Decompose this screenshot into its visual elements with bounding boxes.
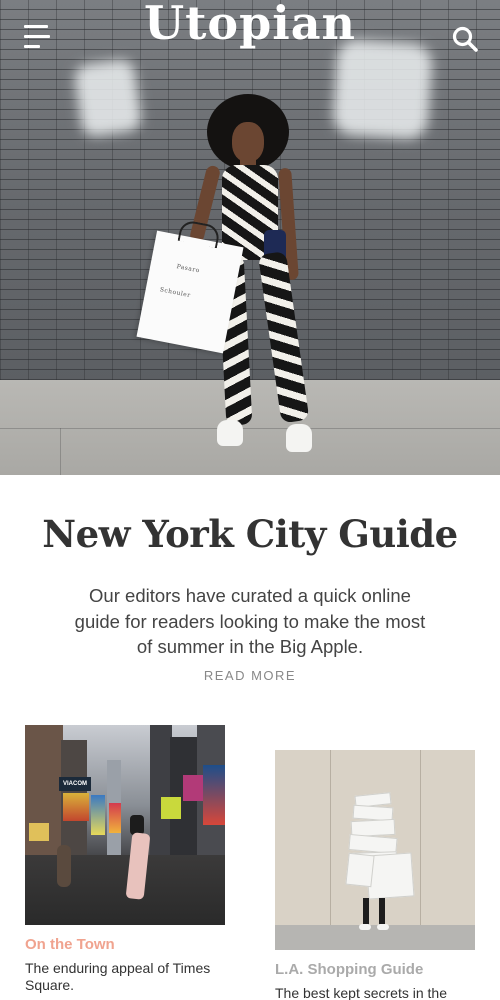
card-description: The best kept secrets in the (275, 985, 447, 1000)
billboard (183, 775, 203, 801)
billboard (63, 793, 89, 821)
billboard (109, 803, 121, 833)
article-card-la-shopping[interactable]: L.A. Shopping Guide The best kept secret… (275, 750, 475, 1000)
model-figure: Pasaro Schouler (0, 0, 500, 475)
person-leg (363, 898, 369, 926)
street (25, 855, 225, 925)
person-shoe (377, 924, 389, 930)
hero-image[interactable]: Pasaro Schouler (0, 0, 500, 475)
billboard (91, 795, 105, 835)
floor (275, 925, 475, 950)
billboard (29, 823, 49, 841)
billboard (161, 797, 181, 819)
site-logo[interactable]: Utopian (0, 0, 500, 50)
bag-handle (177, 219, 222, 249)
feature-description: Our editors have curated a quick online … (74, 585, 426, 657)
card-image-shopping[interactable] (275, 750, 475, 950)
feature-title[interactable]: New York City Guide (0, 512, 500, 556)
search-icon[interactable] (451, 25, 479, 53)
sneaker-right (286, 424, 312, 452)
pedestrian (57, 845, 71, 887)
bag-brand-text: Schouler (159, 286, 192, 300)
person-shoe (359, 924, 371, 930)
model-leg-right (258, 251, 310, 424)
sneaker-left (217, 420, 243, 446)
article-card-on-the-town[interactable]: VIACOM On the Town The enduring appeal o… (25, 725, 225, 1000)
card-title[interactable]: L.A. Shopping Guide (275, 961, 423, 978)
card-image-times-square[interactable]: VIACOM (25, 725, 225, 925)
person-leg (379, 898, 385, 926)
card-title[interactable]: On the Town (25, 936, 115, 953)
billboard (203, 765, 225, 825)
bag-brand-text: Pasaro (175, 263, 201, 275)
read-more-link[interactable]: READ MORE (0, 668, 500, 683)
billboard-viacom: VIACOM (59, 777, 91, 791)
shopping-bag (345, 852, 375, 888)
wall-seam (330, 750, 331, 925)
wall-seam (420, 750, 421, 925)
card-description: The enduring appeal of Times Square. (25, 960, 211, 993)
building (150, 725, 172, 855)
